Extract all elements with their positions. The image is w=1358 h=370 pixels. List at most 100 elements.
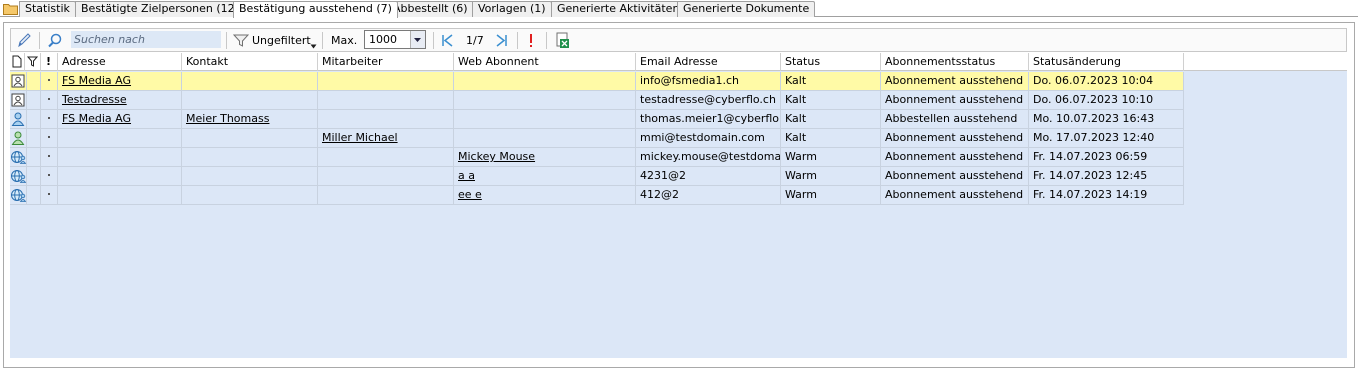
cell-web-abonnent-text[interactable]: a a	[458, 169, 475, 182]
cell-adresse: Testadresse	[58, 91, 182, 110]
cell-web-abonnent	[454, 110, 636, 129]
cell-priority	[41, 72, 58, 91]
cell-statusaenderung-text: Do. 06.07.2023 10:04	[1033, 74, 1154, 87]
next-page-icon[interactable]	[495, 32, 509, 49]
cell-status: Warm	[781, 186, 881, 205]
row-type-icon-cell[interactable]	[10, 186, 27, 205]
tab-generierte-aktivitaeten[interactable]: Generierte Aktivitäten	[551, 1, 686, 17]
column-header-kontakt[interactable]: Kontakt	[182, 53, 318, 71]
cell-email: 412@2	[636, 186, 781, 205]
table-row[interactable]: ee e 412@2 Warm Abonnement ausstehend Fr. 14…	[10, 186, 1184, 205]
cell-statusaenderung-text: Fr. 14.07.2023 14:19	[1033, 188, 1148, 201]
cell-kontakt	[182, 91, 318, 110]
cell-kontakt	[182, 167, 318, 186]
tab-generierte-dokumente[interactable]: Generierte Dokumente	[677, 1, 816, 17]
cell-mitarbeiter-text[interactable]: Miller Michael	[322, 131, 398, 144]
cell-email-text: mmi@testdomain.com	[640, 131, 765, 144]
column-header-mitarbeiter[interactable]: Mitarbeiter	[318, 53, 454, 71]
chevron-down-icon	[414, 38, 421, 42]
column-header-web-abonnent[interactable]: Web Abonnent	[454, 53, 636, 71]
table-row[interactable]: Miller Michael mmi@testdomain.com Kalt Abon…	[10, 129, 1184, 148]
cell-statusaenderung: Mo. 10.07.2023 16:43	[1029, 110, 1184, 129]
tab-vorlagen[interactable]: Vorlagen (1)	[472, 1, 552, 17]
new-document-column-header[interactable]	[10, 53, 25, 71]
toolbar-separator	[546, 32, 547, 49]
column-header-email[interactable]: Email Adresse	[636, 53, 781, 71]
cell-email: info@fsmedia1.ch	[636, 72, 781, 91]
cell-web-abonnent-text[interactable]: ee e	[458, 188, 482, 201]
filter-icon[interactable]	[233, 32, 249, 49]
row-type-icon-cell[interactable]	[10, 72, 27, 91]
priority-dot	[48, 193, 50, 195]
cell-priority	[41, 91, 58, 110]
column-header-adresse[interactable]: Adresse	[58, 53, 182, 71]
cell-statusaenderung: Do. 06.07.2023 10:04	[1029, 72, 1184, 91]
table-row[interactable]: Testadresse testadresse@cyberflo.ch Kalt Ab…	[10, 91, 1184, 110]
row-type-icon-cell[interactable]	[10, 148, 27, 167]
page-indicator: 1/7	[466, 34, 484, 47]
excel-export-icon[interactable]	[554, 32, 570, 49]
row-type-icon-cell[interactable]	[10, 129, 27, 148]
cell-adresse-text[interactable]: Testadresse	[62, 93, 127, 106]
toolbar-separator	[517, 32, 518, 49]
priority-dot	[48, 155, 50, 157]
max-rows-dropdown-button[interactable]	[410, 31, 425, 48]
cell-mitarbeiter	[318, 110, 454, 129]
cell-email: testadresse@cyberflo.ch	[636, 91, 781, 110]
cell-abonnementsstatus-text: Abbestellen ausstehend	[885, 112, 1018, 125]
search-input[interactable]	[71, 31, 221, 48]
table-row[interactable]: a a 4231@2 Warm Abonnement ausstehend Fr. 14…	[10, 167, 1184, 186]
cell-statusaenderung: Mo. 17.07.2023 12:40	[1029, 129, 1184, 148]
cell-email-text: thomas.meier1@cyberflo....	[640, 112, 781, 125]
cell-statusaenderung-text: Fr. 14.07.2023 06:59	[1033, 150, 1148, 163]
search-icon[interactable]	[47, 32, 63, 49]
priority-column-header[interactable]: !	[41, 53, 58, 71]
row-type-icon-cell[interactable]	[10, 167, 27, 186]
cell-web-abonnent	[454, 91, 636, 110]
cell-kontakt-text[interactable]: Meier Thomass	[186, 112, 269, 125]
row-type-icon-cell[interactable]	[10, 110, 27, 129]
cell-status: Kalt	[781, 72, 881, 91]
cell-adresse: FS Media AG	[58, 110, 182, 129]
cell-mitarbeiter	[318, 91, 454, 110]
column-header-abonnementsstatus[interactable]: Abonnementsstatus	[881, 53, 1029, 71]
cell-adresse-text[interactable]: FS Media AG	[62, 74, 131, 87]
cell-status: Warm	[781, 148, 881, 167]
table-row[interactable]: Mickey Mouse mickey.mouse@testdoma... Warm…	[10, 148, 1184, 167]
cell-adresse	[58, 148, 182, 167]
cell-adresse-text[interactable]: FS Media AG	[62, 112, 131, 125]
filter-dropdown-label[interactable]: Ungefiltert	[252, 32, 311, 49]
cell-mitarbeiter: Miller Michael	[318, 129, 454, 148]
cell-email: mickey.mouse@testdoma...	[636, 148, 781, 167]
cell-kontakt	[182, 72, 318, 91]
table-row[interactable]: FS Media AG info@fsmedia1.ch Kalt Abonnemen…	[10, 72, 1184, 91]
tab-bestaetigung-ausstehend[interactable]: Bestätigung ausstehend (7)	[233, 1, 398, 18]
cell-status: Warm	[781, 167, 881, 186]
table-row[interactable]: FS Media AG Meier Thomass thomas.meier1@cy…	[10, 110, 1184, 129]
cell-email-text: 4231@2	[640, 169, 686, 182]
tab-statistik[interactable]: Statistik	[19, 1, 76, 17]
exclamation-icon[interactable]	[526, 32, 536, 49]
cell-kontakt	[182, 186, 318, 205]
pencil-icon[interactable]	[16, 32, 32, 49]
toolbar-separator	[322, 32, 323, 49]
document-icon	[12, 55, 22, 68]
max-rows-select[interactable]: 1000	[364, 30, 426, 49]
column-header-status[interactable]: Status	[781, 53, 881, 71]
tab-abbestellt[interactable]: Abbestellt (6)	[387, 1, 474, 17]
column-header-statusaenderung[interactable]: Statusänderung	[1029, 53, 1184, 71]
cell-adresse: FS Media AG	[58, 72, 182, 91]
cell-priority	[41, 167, 58, 186]
first-page-icon[interactable]	[440, 32, 454, 49]
cell-web-abonnent-text[interactable]: Mickey Mouse	[458, 150, 535, 163]
cell-status: Kalt	[781, 110, 881, 129]
cell-filter	[27, 72, 41, 91]
cell-statusaenderung-text: Do. 06.07.2023 10:10	[1033, 93, 1154, 106]
row-type-icon-cell[interactable]	[10, 91, 27, 110]
cell-email: 4231@2	[636, 167, 781, 186]
filter-column-header[interactable]	[25, 53, 41, 71]
cell-statusaenderung: Fr. 14.07.2023 12:45	[1029, 167, 1184, 186]
cell-abonnementsstatus: Abonnement ausstehend	[881, 72, 1029, 91]
tab-bestaetigte-zielpersonen[interactable]: Bestätigte Zielpersonen (12)	[75, 1, 245, 17]
cell-status-text: Kalt	[785, 131, 807, 144]
